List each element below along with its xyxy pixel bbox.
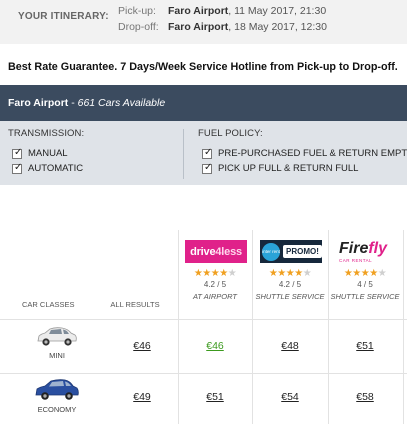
location-name: Faro Airport xyxy=(8,97,69,109)
dropoff-info: Drop-off: Faro Airport, 18 May 2017, 12:3… xyxy=(118,21,327,33)
filter-full-label: PICK UP FULL & RETURN FULL xyxy=(218,163,359,174)
supplier-column-drive4less[interactable]: drive 4less ★★★★★ 4.2 / 5 AT AIRPORT xyxy=(179,230,251,315)
pickup-key: Pick-up: xyxy=(118,5,156,17)
dropoff-place: Faro Airport xyxy=(168,21,229,33)
grid-divider xyxy=(252,230,253,424)
header-car-classes: CAR CLASSES xyxy=(22,300,75,309)
price-cell[interactable]: €54 xyxy=(254,391,326,403)
interrent-logo[interactable]: inter rent PROMO! xyxy=(260,240,322,263)
car-class-mini[interactable]: MINI xyxy=(22,326,92,360)
pickup-location-type: AT AIRPORT xyxy=(192,292,238,301)
rating-stars: ★★★★★ xyxy=(268,268,312,279)
grid-row-divider xyxy=(0,373,407,374)
pickup-location-type: SHUTTLE SERVICE xyxy=(255,292,325,301)
promo-badge: PROMO! xyxy=(283,245,322,258)
filter-manual[interactable]: MANUAL xyxy=(8,146,84,161)
checkbox-full-to-full[interactable] xyxy=(202,162,212,174)
economy-car-icon xyxy=(35,379,79,400)
price-all-results[interactable]: €49 xyxy=(106,391,178,403)
rating-stars: ★★★★★ xyxy=(193,268,237,279)
grid-row-divider xyxy=(0,319,407,320)
results-grid: CAR CLASSES ALL RESULTS drive 4less ★★★★★… xyxy=(0,230,407,424)
price-cell[interactable]: €48 xyxy=(254,340,326,352)
filter-prepurchased-label: PRE-PURCHASED FUEL & RETURN EMPTY xyxy=(218,148,407,159)
transmission-filter: TRANSMISSION: MANUAL AUTOMATIC xyxy=(8,128,84,176)
cars-available-count: 661 Cars Available xyxy=(77,97,166,109)
fuel-filter: FUEL POLICY: PRE-PURCHASED FUEL & RETURN… xyxy=(198,128,407,176)
filter-manual-label: MANUAL xyxy=(28,148,68,159)
rating-stars: ★★★★★ xyxy=(343,268,387,279)
pickup-place: Faro Airport xyxy=(168,5,229,17)
car-class-economy[interactable]: ECONOMY xyxy=(22,378,92,414)
dropoff-key: Drop-off: xyxy=(118,21,159,33)
firefly-logo-sub: CAR RENTAL xyxy=(339,257,373,263)
firefly-logo-name: Firefly xyxy=(339,239,388,257)
drive4less-logo[interactable]: drive 4less xyxy=(185,240,247,263)
dropoff-time: , 18 May 2017, 12:30 xyxy=(228,21,327,33)
checkbox-automatic[interactable] xyxy=(12,162,22,174)
drive4less-logo-text-b: 4less xyxy=(215,245,242,258)
filters-panel: TRANSMISSION: MANUAL AUTOMATIC FUEL POLI… xyxy=(0,121,407,185)
pickup-info: Pick-up: Faro Airport, 11 May 2017, 21:30 xyxy=(118,5,326,17)
pickup-time: , 11 May 2017, 21:30 xyxy=(228,5,327,17)
filter-automatic[interactable]: AUTOMATIC xyxy=(8,161,84,176)
firefly-logo-text-b: fly xyxy=(368,239,388,257)
rate-guarantee-banner: Best Rate Guarantee. 7 Days/Week Service… xyxy=(8,61,398,73)
checkbox-manual[interactable] xyxy=(12,147,22,159)
checkbox-prepurchased-fuel[interactable] xyxy=(202,147,212,159)
price-cell[interactable]: €51 xyxy=(329,340,401,352)
mini-car-icon xyxy=(37,327,77,346)
drive4less-logo-text-a: drive xyxy=(190,245,216,258)
transmission-title: TRANSMISSION: xyxy=(8,128,85,139)
filter-divider xyxy=(183,129,184,179)
filter-automatic-label: AUTOMATIC xyxy=(28,163,84,174)
grid-divider xyxy=(403,230,404,424)
rating-value: 4.2 / 5 xyxy=(203,280,227,289)
pickup-location-type: SHUTTLE SERVICE xyxy=(330,292,400,301)
itinerary-label: YOUR ITINERARY: xyxy=(18,11,109,22)
supplier-column-interrent[interactable]: inter rent PROMO! ★★★★★ 4.2 / 5 SHUTTLE … xyxy=(254,230,326,315)
car-class-label: MINI xyxy=(49,351,65,360)
firefly-logo-text-a: Fire xyxy=(339,239,369,257)
interrent-logo-mark: inter rent xyxy=(262,242,280,261)
price-cell[interactable]: €46 xyxy=(179,340,251,352)
supplier-column-firefly[interactable]: Firefly CAR RENTAL ★★★★★ 4 / 5 SHUTTLE S… xyxy=(329,230,401,315)
location-sep: - xyxy=(68,97,78,109)
rating-value: 4 / 5 xyxy=(357,280,373,289)
price-cell[interactable]: €58 xyxy=(329,391,401,403)
price-cell[interactable]: €51 xyxy=(179,391,251,403)
filter-full-to-full[interactable]: PICK UP FULL & RETURN FULL xyxy=(198,161,407,176)
firefly-logo[interactable]: Firefly CAR RENTAL xyxy=(335,240,397,263)
filter-prepurchased-fuel[interactable]: PRE-PURCHASED FUEL & RETURN EMPTY xyxy=(198,146,407,161)
fuel-title: FUEL POLICY: xyxy=(198,128,263,139)
rating-value: 4.2 / 5 xyxy=(278,280,302,289)
price-all-results[interactable]: €46 xyxy=(106,340,178,352)
car-class-label: ECONOMY xyxy=(37,405,77,414)
header-all-results[interactable]: ALL RESULTS xyxy=(105,300,165,309)
itinerary-bar: YOUR ITINERARY: Pick-up: Faro Airport, 11… xyxy=(0,0,407,44)
location-bar: Faro Airport - 661 Cars Available xyxy=(0,85,407,121)
location-summary: Faro Airport - 661 Cars Available xyxy=(8,97,165,109)
